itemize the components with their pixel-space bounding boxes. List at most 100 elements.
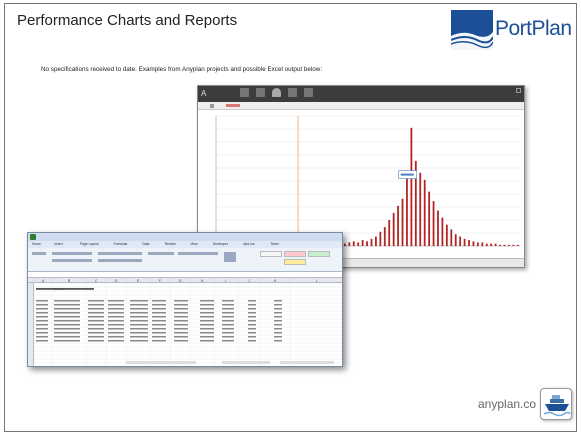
cell-text — [54, 332, 80, 334]
chart-bar — [366, 241, 368, 246]
chart-bar — [348, 242, 351, 246]
list-icon[interactable] — [256, 88, 265, 97]
chart-bar — [406, 177, 408, 246]
chart-bar — [459, 236, 462, 246]
chart-tooltip-value — [400, 173, 414, 176]
format-controls[interactable] — [52, 259, 92, 262]
excel-tab[interactable]: Page Layout — [80, 242, 99, 246]
cell-text — [108, 324, 124, 326]
cell-text — [222, 308, 234, 310]
cell-text — [248, 332, 256, 334]
chart-icon[interactable] — [304, 88, 313, 97]
portplan-logo-text: PortPlan — [495, 17, 572, 40]
cell-text — [274, 324, 282, 326]
cell-text — [174, 316, 188, 318]
excel-tab[interactable]: Team — [270, 242, 278, 246]
cell-text — [108, 304, 124, 306]
cell-text — [36, 304, 48, 306]
excel-tab[interactable]: Developer — [213, 242, 228, 246]
cell-text — [54, 340, 80, 342]
ship-icon — [540, 388, 572, 420]
cell-text — [200, 304, 214, 306]
cell-text — [54, 324, 80, 326]
chart-bar — [445, 224, 448, 246]
excel-tab[interactable]: Home — [32, 242, 41, 246]
svg-text:A: A — [201, 89, 207, 97]
slide-subtitle: No specifications received to date. Exam… — [41, 66, 323, 73]
merge-controls[interactable] — [98, 259, 142, 262]
cell-text — [88, 308, 104, 310]
cell-text — [130, 336, 148, 338]
excel-tab[interactable]: Review — [165, 242, 176, 246]
cell-text — [222, 336, 234, 338]
excel-ribbon-tabs: Home Insert Page Layout Formulas Data Review V… — [28, 241, 342, 248]
footer-cell — [126, 361, 196, 364]
cell-text — [130, 300, 148, 302]
cell-text — [130, 332, 148, 334]
cell-text — [54, 288, 94, 290]
excel-tab[interactable]: View — [190, 242, 197, 246]
cell-text — [152, 320, 166, 322]
style-neutral[interactable] — [284, 259, 306, 265]
wrap-text-button[interactable] — [178, 252, 218, 255]
chart-bar — [375, 236, 377, 246]
cell-text — [222, 332, 234, 334]
excel-tab[interactable]: Add-Ins — [243, 242, 254, 246]
cell-text — [130, 312, 148, 314]
footer-cell — [222, 361, 270, 364]
alignment-controls[interactable] — [98, 252, 142, 255]
style-good[interactable] — [308, 251, 330, 257]
cell-text — [248, 336, 256, 338]
cell-text — [200, 328, 214, 330]
chart-bar — [401, 198, 404, 246]
cell-text — [108, 320, 124, 322]
excel-app-icon[interactable] — [30, 234, 36, 240]
cell-text — [274, 312, 282, 314]
active-tab-marker[interactable] — [226, 104, 240, 107]
cell-text — [88, 336, 104, 338]
cell-text — [200, 324, 214, 326]
chart-bar — [379, 231, 382, 246]
cell-text — [36, 336, 48, 338]
cell-text — [174, 300, 188, 302]
cell-text — [222, 304, 234, 306]
chart-bar — [370, 238, 373, 246]
chart-bar — [383, 227, 386, 246]
font-controls[interactable] — [52, 252, 92, 255]
cell-text — [36, 332, 48, 334]
paste-button[interactable] — [32, 252, 46, 255]
grid-icon[interactable] — [240, 88, 249, 97]
cell-text — [174, 332, 188, 334]
box-icon[interactable] — [288, 88, 297, 97]
cell-text — [36, 340, 48, 342]
cell-text — [88, 328, 104, 330]
anyplan-app-icon[interactable]: A — [201, 89, 209, 97]
cell-text — [88, 324, 104, 326]
cell-text — [36, 320, 48, 322]
cell-text — [200, 308, 214, 310]
cell-text — [222, 316, 234, 318]
conditional-format-button[interactable] — [224, 252, 236, 262]
tab-handle-icon[interactable] — [210, 104, 214, 108]
slide-title: Performance Charts and Reports — [17, 12, 238, 29]
excel-tab[interactable]: Formulas — [114, 242, 128, 246]
cell-text — [248, 328, 256, 330]
cell-text — [248, 340, 256, 342]
spreadsheet-grid[interactable] — [34, 283, 343, 367]
user-icon[interactable] — [272, 88, 281, 97]
style-bad[interactable] — [284, 251, 306, 257]
number-controls[interactable] — [148, 252, 174, 255]
excel-tab[interactable]: Data — [142, 242, 149, 246]
cell-text — [36, 300, 48, 302]
cell-text — [152, 300, 166, 302]
cell-text — [54, 328, 80, 330]
cell-text — [152, 324, 166, 326]
excel-tab[interactable]: Insert — [54, 242, 62, 246]
chart-bar — [441, 217, 444, 246]
style-normal[interactable] — [260, 251, 282, 257]
cell-text — [108, 328, 124, 330]
chart-bar — [428, 191, 431, 246]
cell-text — [130, 324, 148, 326]
window-close-icon[interactable] — [516, 88, 521, 93]
cell-text — [54, 320, 80, 322]
